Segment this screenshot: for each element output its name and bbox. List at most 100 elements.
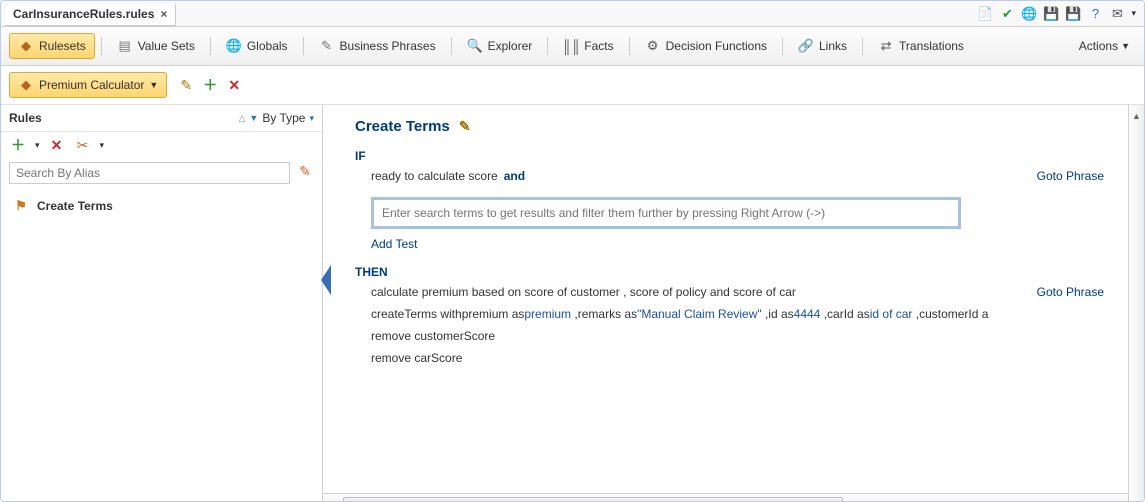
edit-icon[interactable]: ✎ [177, 76, 195, 94]
chevron-down-icon[interactable]: ▾ [1131, 8, 1136, 19]
then-label: THEN [355, 265, 1104, 279]
search-icon: 🔍 [467, 38, 483, 54]
add-test-link[interactable]: Add Test [371, 237, 1104, 251]
then-text[interactable]: calculate premium based on score of cust… [371, 285, 796, 299]
tab-globals[interactable]: 🌐 Globals [217, 33, 297, 59]
tab-rulesets[interactable]: ◆ Rulesets [9, 33, 95, 59]
divider [303, 37, 304, 55]
rule-item-label: Create Terms [37, 199, 113, 213]
filter-input[interactable] [371, 197, 961, 229]
sort-label: By Type [262, 111, 305, 125]
value-id: 4444 [794, 307, 821, 321]
rules-tools: ＋ ▾ ✕ ✂ ▾ [1, 132, 322, 158]
value-premium: premium [524, 307, 571, 321]
horizontal-scrollbar[interactable] [323, 493, 1128, 502]
rules-title: Rules [9, 111, 42, 125]
tab-facts[interactable]: ║║ Facts [554, 33, 622, 59]
top-icon-bar: 📄 ✔ 🌐 💾 💾? ✉ ▾ [977, 1, 1144, 26]
ruleset-tools: ✎ ＋ ✕ [177, 76, 243, 94]
then-line-4[interactable]: remove carScore [371, 351, 1104, 365]
list-icon: ▤ [117, 38, 133, 54]
divider [451, 37, 452, 55]
doc-icon[interactable]: 📄 [977, 6, 993, 22]
text: createTerms withpremium as [371, 307, 524, 321]
tab-decision-functions[interactable]: ⚙ Decision Functions [636, 33, 776, 59]
help-icon[interactable]: ? [1087, 6, 1103, 22]
globe-icon[interactable]: 🌐 [1021, 6, 1037, 22]
sort-down-icon: ▼ [249, 113, 258, 123]
chevron-down-icon[interactable]: ▾ [35, 140, 40, 151]
delete-icon[interactable]: ✕ [225, 76, 243, 94]
mail-icon[interactable]: ✉ [1109, 6, 1125, 22]
phrases-icon: ✎ [319, 38, 335, 54]
clear-search-icon[interactable]: ✎ [296, 162, 314, 180]
close-icon[interactable]: × [160, 7, 167, 21]
if-condition-text[interactable]: ready to calculate score [371, 169, 498, 183]
chevron-down-icon: ▾ [309, 113, 314, 124]
if-label: IF [355, 149, 1104, 163]
rulesets-icon: ◆ [18, 38, 34, 54]
tab-valuesets[interactable]: ▤ Value Sets [108, 33, 204, 59]
rule-item[interactable]: ⚑ Create Terms [9, 194, 314, 218]
cut-icon[interactable]: ✂ [74, 136, 92, 154]
divider [782, 37, 783, 55]
tab-label: Decision Functions [666, 39, 767, 53]
file-tab-title: CarInsuranceRules.rules [13, 7, 154, 21]
gears-icon: ⚙ [645, 38, 661, 54]
rulesets-icon: ◆ [18, 77, 34, 93]
sort-up-icon: △ [238, 113, 245, 124]
divider [629, 37, 630, 55]
file-tab-row: CarInsuranceRules.rules × 📄 ✔ 🌐 💾 💾? ✉ ▾ [1, 1, 1144, 27]
translate-icon: ⇄ [878, 38, 894, 54]
text: ,remarks as [571, 307, 637, 321]
add-icon[interactable]: ＋ [9, 136, 27, 154]
rule-editor: Create Terms ✎ IF ready to calculate sco… [323, 105, 1144, 502]
rules-panel: Rules △ ▼ By Type ▾ ＋ ▾ ✕ ✂ ▾ ✎ [1, 105, 323, 502]
save-icon[interactable]: 💾 [1043, 6, 1059, 22]
goto-phrase-link[interactable]: Goto Phrase [1037, 169, 1104, 183]
ruleset-toolbar: ◆ Premium Calculator ▼ ✎ ＋ ✕ [1, 66, 1144, 105]
file-tab[interactable]: CarInsuranceRules.rules × [5, 3, 176, 26]
text: ,carId as [820, 307, 869, 321]
edit-icon[interactable]: ✎ [456, 117, 474, 135]
rule-editor-scroll: Create Terms ✎ IF ready to calculate sco… [323, 105, 1128, 502]
tab-explorer[interactable]: 🔍 Explorer [458, 33, 542, 59]
tab-label: Globals [247, 39, 288, 53]
delete-icon[interactable]: ✕ [48, 136, 66, 154]
rules-header: Rules △ ▼ By Type ▾ [1, 105, 322, 132]
chevron-down-icon: ▼ [1121, 41, 1130, 51]
scroll-up-icon[interactable]: ▲ [1132, 111, 1141, 121]
facts-icon: ║║ [563, 38, 579, 54]
tab-translations[interactable]: ⇄ Translations [869, 33, 973, 59]
rules-sort[interactable]: △ ▼ By Type ▾ [238, 111, 314, 125]
chevron-down-icon: ▼ [149, 80, 158, 90]
globe-icon: 🌐 [226, 38, 242, 54]
rule-title: Create Terms ✎ [355, 117, 474, 135]
actions-menu[interactable]: Actions ▼ [1073, 36, 1136, 56]
check-icon[interactable]: ✔ [999, 6, 1015, 22]
ruleset-dropdown[interactable]: ◆ Premium Calculator ▼ [9, 72, 167, 98]
vertical-scrollbar[interactable]: ▲ [1128, 105, 1144, 502]
tab-links[interactable]: 🔗 Links [789, 33, 856, 59]
tab-label: Value Sets [138, 39, 195, 53]
saveall-icon[interactable]: 💾 [1065, 6, 1081, 22]
add-icon[interactable]: ＋ [201, 76, 219, 94]
then-line-3[interactable]: remove customerScore [371, 329, 1104, 343]
text: ,customerId a [912, 307, 988, 321]
and-keyword[interactable]: and [504, 169, 525, 183]
chevron-down-icon[interactable]: ▾ [100, 140, 105, 151]
tab-label: Translations [899, 39, 964, 53]
modules-bar: ◆ Rulesets ▤ Value Sets 🌐 Globals ✎ Busi… [1, 27, 1144, 66]
rule-list: ⚑ Create Terms [1, 188, 322, 224]
rules-search-row: ✎ [1, 158, 322, 188]
divider [210, 37, 211, 55]
tab-business-phrases[interactable]: ✎ Business Phrases [310, 33, 445, 59]
search-input[interactable] [9, 162, 290, 184]
scrollbar-thumb[interactable] [343, 497, 843, 502]
actions-label: Actions [1079, 39, 1118, 53]
goto-phrase-link[interactable]: Goto Phrase [1037, 285, 1104, 299]
text: ,id as [762, 307, 794, 321]
divider [547, 37, 548, 55]
then-line-2[interactable]: createTerms withpremium aspremium ,remar… [371, 307, 1104, 321]
value-remarks: "Manual Claim Review" [637, 307, 762, 321]
